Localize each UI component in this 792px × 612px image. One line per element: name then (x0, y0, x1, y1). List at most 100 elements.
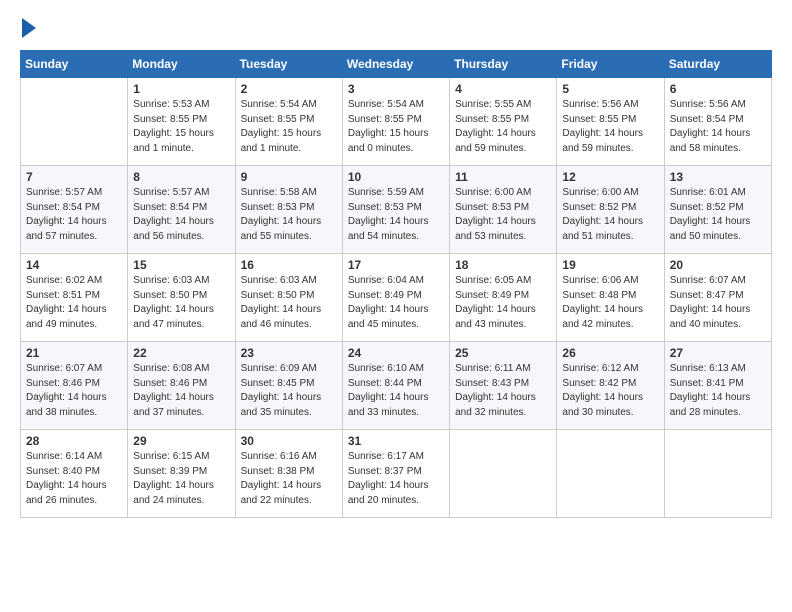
calendar-cell (21, 78, 128, 166)
weekday-header-monday: Monday (128, 51, 235, 78)
calendar-cell: 10 Sunrise: 5:59 AM Sunset: 8:53 PM Dayli… (342, 166, 449, 254)
calendar-cell: 29Sunrise: 6:15 AM Sunset: 8:39 PM Dayli… (128, 430, 235, 518)
day-number: 18 (455, 258, 551, 272)
day-info: Sunrise: 6:03 AM Sunset: 8:50 PM Dayligh… (241, 274, 337, 332)
day-number: 31 (348, 434, 444, 448)
day-number: 30 (241, 434, 337, 448)
calendar-cell: 5 Sunrise: 5:56 AM Sunset: 8:55 PM Daylig… (557, 78, 664, 166)
day-number: 14 (26, 258, 122, 272)
day-number: 9 (241, 170, 337, 184)
calendar-cell (557, 430, 664, 518)
day-number: 6 (670, 82, 766, 96)
day-number: 7 (26, 170, 122, 184)
calendar-cell: 1 Sunrise: 5:53 AM Sunset: 8:55 PM Daylig… (128, 78, 235, 166)
day-info: Sunrise: 5:54 AM Sunset: 8:55 PM Dayligh… (241, 98, 337, 156)
day-info: Sunrise: 6:14 AM Sunset: 8:40 PM Dayligh… (26, 450, 122, 508)
day-info: Sunrise: 6:17 AM Sunset: 8:37 PM Dayligh… (348, 450, 444, 508)
day-info: Sunrise: 6:02 AM Sunset: 8:51 PM Dayligh… (26, 274, 122, 332)
day-number: 17 (348, 258, 444, 272)
calendar-cell: 25Sunrise: 6:11 AM Sunset: 8:43 PM Dayli… (450, 342, 557, 430)
day-number: 27 (670, 346, 766, 360)
day-info: Sunrise: 6:07 AM Sunset: 8:47 PM Dayligh… (670, 274, 766, 332)
weekday-header-tuesday: Tuesday (235, 51, 342, 78)
day-number: 26 (562, 346, 658, 360)
calendar-cell: 19Sunrise: 6:06 AM Sunset: 8:48 PM Dayli… (557, 254, 664, 342)
day-number: 2 (241, 82, 337, 96)
calendar-cell: 17 Sunrise: 6:04 AM Sunset: 8:49 PM Dayli… (342, 254, 449, 342)
day-number: 10 (348, 170, 444, 184)
day-info: Sunrise: 6:10 AM Sunset: 8:44 PM Dayligh… (348, 362, 444, 420)
day-info: Sunrise: 5:55 AM Sunset: 8:55 PM Dayligh… (455, 98, 551, 156)
day-info: Sunrise: 6:01 AM Sunset: 8:52 PM Dayligh… (670, 186, 766, 244)
calendar-cell: 21 Sunrise: 6:07 AM Sunset: 8:46 PM Dayli… (21, 342, 128, 430)
calendar-cell: 27 Sunrise: 6:13 AM Sunset: 8:41 PM Dayli… (664, 342, 771, 430)
day-number: 21 (26, 346, 122, 360)
calendar-week-1: 1 Sunrise: 5:53 AM Sunset: 8:55 PM Daylig… (21, 78, 772, 166)
day-number: 3 (348, 82, 444, 96)
calendar-cell (664, 430, 771, 518)
calendar-cell: 12Sunrise: 6:00 AM Sunset: 8:52 PM Dayli… (557, 166, 664, 254)
calendar-cell: 24 Sunrise: 6:10 AM Sunset: 8:44 PM Dayli… (342, 342, 449, 430)
day-info: Sunrise: 5:54 AM Sunset: 8:55 PM Dayligh… (348, 98, 444, 156)
day-info: Sunrise: 6:07 AM Sunset: 8:46 PM Dayligh… (26, 362, 122, 420)
calendar-body: 1 Sunrise: 5:53 AM Sunset: 8:55 PM Daylig… (21, 78, 772, 518)
day-number: 28 (26, 434, 122, 448)
day-number: 22 (133, 346, 229, 360)
calendar-cell: 13 Sunrise: 6:01 AM Sunset: 8:52 PM Dayli… (664, 166, 771, 254)
day-info: Sunrise: 5:53 AM Sunset: 8:55 PM Dayligh… (133, 98, 229, 156)
page-header (20, 16, 772, 38)
day-info: Sunrise: 5:56 AM Sunset: 8:55 PM Dayligh… (562, 98, 658, 156)
logo (20, 16, 36, 38)
day-info: Sunrise: 6:08 AM Sunset: 8:46 PM Dayligh… (133, 362, 229, 420)
day-number: 24 (348, 346, 444, 360)
weekday-header-friday: Friday (557, 51, 664, 78)
calendar-cell: 8Sunrise: 5:57 AM Sunset: 8:54 PM Daylig… (128, 166, 235, 254)
weekday-header-saturday: Saturday (664, 51, 771, 78)
calendar-cell: 6 Sunrise: 5:56 AM Sunset: 8:54 PM Daylig… (664, 78, 771, 166)
day-number: 11 (455, 170, 551, 184)
day-number: 4 (455, 82, 551, 96)
day-number: 15 (133, 258, 229, 272)
calendar-table: SundayMondayTuesdayWednesdayThursdayFrid… (20, 50, 772, 518)
day-info: Sunrise: 6:04 AM Sunset: 8:49 PM Dayligh… (348, 274, 444, 332)
day-number: 20 (670, 258, 766, 272)
calendar-cell: 30 Sunrise: 6:16 AM Sunset: 8:38 PM Dayli… (235, 430, 342, 518)
calendar-cell: 20 Sunrise: 6:07 AM Sunset: 8:47 PM Dayli… (664, 254, 771, 342)
day-info: Sunrise: 5:58 AM Sunset: 8:53 PM Dayligh… (241, 186, 337, 244)
calendar-cell: 31 Sunrise: 6:17 AM Sunset: 8:37 PM Dayli… (342, 430, 449, 518)
day-info: Sunrise: 6:16 AM Sunset: 8:38 PM Dayligh… (241, 450, 337, 508)
calendar-cell: 15 Sunrise: 6:03 AM Sunset: 8:50 PM Dayli… (128, 254, 235, 342)
day-number: 13 (670, 170, 766, 184)
calendar-cell: 3 Sunrise: 5:54 AM Sunset: 8:55 PM Daylig… (342, 78, 449, 166)
calendar-cell: 23Sunrise: 6:09 AM Sunset: 8:45 PM Dayli… (235, 342, 342, 430)
calendar-cell: 22 Sunrise: 6:08 AM Sunset: 8:46 PM Dayli… (128, 342, 235, 430)
weekday-header-thursday: Thursday (450, 51, 557, 78)
day-info: Sunrise: 5:57 AM Sunset: 8:54 PM Dayligh… (26, 186, 122, 244)
day-number: 5 (562, 82, 658, 96)
calendar-cell: 9 Sunrise: 5:58 AM Sunset: 8:53 PM Daylig… (235, 166, 342, 254)
day-info: Sunrise: 5:56 AM Sunset: 8:54 PM Dayligh… (670, 98, 766, 156)
day-info: Sunrise: 5:59 AM Sunset: 8:53 PM Dayligh… (348, 186, 444, 244)
weekday-header-wednesday: Wednesday (342, 51, 449, 78)
day-number: 1 (133, 82, 229, 96)
day-number: 23 (241, 346, 337, 360)
day-number: 12 (562, 170, 658, 184)
day-info: Sunrise: 6:11 AM Sunset: 8:43 PM Dayligh… (455, 362, 551, 420)
calendar-cell (450, 430, 557, 518)
day-info: Sunrise: 6:05 AM Sunset: 8:49 PM Dayligh… (455, 274, 551, 332)
day-info: Sunrise: 6:00 AM Sunset: 8:53 PM Dayligh… (455, 186, 551, 244)
calendar-cell: 11 Sunrise: 6:00 AM Sunset: 8:53 PM Dayli… (450, 166, 557, 254)
day-number: 16 (241, 258, 337, 272)
calendar-week-2: 7 Sunrise: 5:57 AM Sunset: 8:54 PM Daylig… (21, 166, 772, 254)
calendar-week-5: 28 Sunrise: 6:14 AM Sunset: 8:40 PM Dayli… (21, 430, 772, 518)
calendar-cell: 4 Sunrise: 5:55 AM Sunset: 8:55 PM Daylig… (450, 78, 557, 166)
calendar-header-row: SundayMondayTuesdayWednesdayThursdayFrid… (21, 51, 772, 78)
day-info: Sunrise: 6:12 AM Sunset: 8:42 PM Dayligh… (562, 362, 658, 420)
calendar-cell: 14 Sunrise: 6:02 AM Sunset: 8:51 PM Dayli… (21, 254, 128, 342)
calendar-week-4: 21 Sunrise: 6:07 AM Sunset: 8:46 PM Dayli… (21, 342, 772, 430)
logo-arrow-icon (22, 18, 36, 38)
day-info: Sunrise: 6:03 AM Sunset: 8:50 PM Dayligh… (133, 274, 229, 332)
calendar-cell: 18 Sunrise: 6:05 AM Sunset: 8:49 PM Dayli… (450, 254, 557, 342)
calendar-cell: 2 Sunrise: 5:54 AM Sunset: 8:55 PM Daylig… (235, 78, 342, 166)
day-info: Sunrise: 6:13 AM Sunset: 8:41 PM Dayligh… (670, 362, 766, 420)
